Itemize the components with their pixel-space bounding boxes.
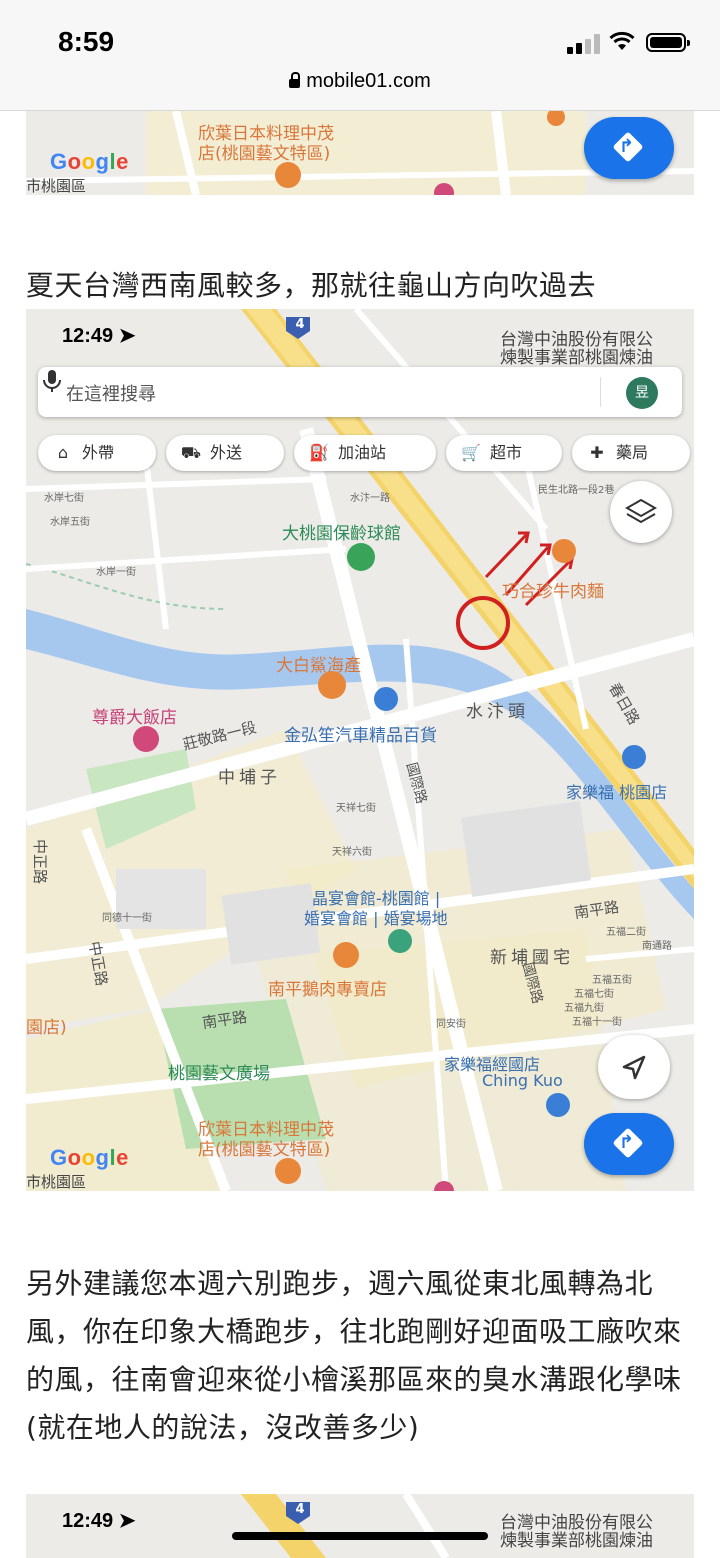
my-location-button[interactable]: [598, 1035, 670, 1099]
route-badge: 4: [295, 317, 305, 332]
layers-button[interactable]: [610, 481, 672, 543]
district-label: 中埔子: [218, 768, 281, 788]
street-label: 同德十一街: [102, 913, 152, 924]
poi-label: 店(桃園藝文特區): [198, 144, 331, 164]
poi-label: 煉製事業部桃園煉油: [500, 348, 653, 368]
embedded-status-time: 12:49 ➤: [62, 1510, 136, 1532]
street-label: 天祥七街: [336, 803, 376, 814]
navigation-arrow-icon: [622, 1055, 646, 1080]
battery-icon: [646, 33, 690, 52]
poi-label: 南平鵝肉專賣店: [268, 980, 387, 1000]
cart-icon: 🛒: [461, 443, 481, 462]
poi-label: 大桃園保齡球館: [282, 524, 401, 544]
street-label: 五福二街: [606, 927, 646, 938]
search-input[interactable]: 在這裡搜尋: [66, 380, 156, 406]
microphone-icon[interactable]: [38, 367, 66, 395]
poi-label: 金弘笙汽車精品百貨: [284, 726, 437, 746]
district-label: 水汴頭: [466, 702, 529, 722]
gas-station-icon: ⛽: [309, 443, 329, 462]
chip-pharmacy[interactable]: ✚ 藥局: [572, 435, 690, 471]
poi-label: 園店): [26, 1018, 67, 1038]
google-logo: Google: [50, 149, 129, 174]
street-label: 水岸五街: [50, 517, 90, 528]
cellular-signal-icon: [567, 34, 603, 54]
wifi-icon: [609, 31, 635, 50]
post-paragraph: 夏天台灣西南風較多，那就往龜山方向吹過去: [26, 269, 597, 302]
poi-label: 煉製事業部桃園煉油: [500, 1531, 653, 1551]
browser-status-bar: 8:59 mobile01.com: [0, 0, 720, 111]
pharmacy-icon: ✚: [590, 443, 604, 462]
takeout-icon: ⌂: [57, 443, 69, 462]
street-label: 五福九街: [564, 1003, 604, 1014]
directions-button[interactable]: ↱: [584, 1113, 674, 1175]
home-indicator[interactable]: [232, 1532, 488, 1540]
url-bar[interactable]: mobile01.com: [0, 70, 720, 93]
poi-label: 家樂福 桃園店: [566, 783, 668, 802]
street-label: 五福十一街: [572, 1017, 622, 1028]
chip-supermarket[interactable]: 🛒 超市: [446, 435, 562, 471]
street-label: 南通路: [642, 941, 672, 952]
directions-button[interactable]: ↱: [584, 117, 674, 179]
layers-icon: [624, 498, 658, 524]
clock: 8:59: [58, 26, 115, 57]
street-label: 水岸七街: [44, 493, 84, 504]
street-label: 水岸一街: [96, 567, 136, 578]
route-badge: 4: [295, 1502, 305, 1517]
area-label: 市桃園區: [26, 177, 87, 195]
chip-gas-station[interactable]: ⛽ 加油站: [294, 435, 436, 471]
area-label: 市桃園區: [26, 1173, 87, 1191]
embedded-status-time: 12:49 ➤: [62, 325, 136, 347]
street-label: 同安街: [436, 1019, 466, 1030]
delivery-icon: ⛟: [180, 443, 202, 462]
chip-delivery[interactable]: ⛟ 外送: [166, 435, 284, 471]
street-label: 五福七街: [574, 989, 614, 1000]
url-text: mobile01.com: [306, 70, 431, 92]
divider: [600, 377, 601, 407]
poi-label: Ching Kuo: [482, 1071, 563, 1090]
google-logo: Google: [50, 1145, 129, 1170]
map-search-bar[interactable]: 在這裡搜尋 昱: [38, 367, 682, 417]
poi-label: 婚宴會館 | 婚宴場地: [304, 909, 448, 928]
street-label: 天祥六街: [332, 847, 372, 858]
street-label: 民生北路一段2巷: [538, 485, 615, 496]
poi-label: 巧合珍牛肉麵: [502, 582, 604, 602]
map-screenshot: 12:49 ➤ 4 台灣中油股份有限公 煉製事業部桃園煉油 在這裡搜尋 昱 ⌂ 外…: [26, 309, 694, 1191]
avatar[interactable]: 昱: [626, 377, 658, 409]
street-label: 水汴一路: [350, 493, 390, 504]
post-paragraph: 另外建議您本週六別跑步，週六風從東北風轉為北風，你在印象大橋跑步，往北跑剛好迎面…: [26, 1267, 682, 1444]
poi-label: 桃園藝文廣場: [168, 1064, 270, 1084]
map-image-top-partial: 欣葉日本料理中茂 店(桃園藝文特區) Google 市桃園區 ↱: [26, 111, 694, 195]
street-label: 五福五街: [592, 975, 632, 986]
poi-label: 大白鯊海產: [276, 656, 361, 676]
road-label: 中正路: [31, 838, 50, 885]
lock-icon: [289, 72, 301, 88]
map-image-bottom-partial: 12:49 ➤ 4 台灣中油股份有限公 煉製事業部桃園煉油: [26, 1494, 694, 1558]
poi-label: 尊爵大飯店: [92, 708, 177, 728]
poi-label: 店(桃園藝文特區): [198, 1140, 331, 1160]
chip-takeout[interactable]: ⌂ 外帶: [38, 435, 156, 471]
